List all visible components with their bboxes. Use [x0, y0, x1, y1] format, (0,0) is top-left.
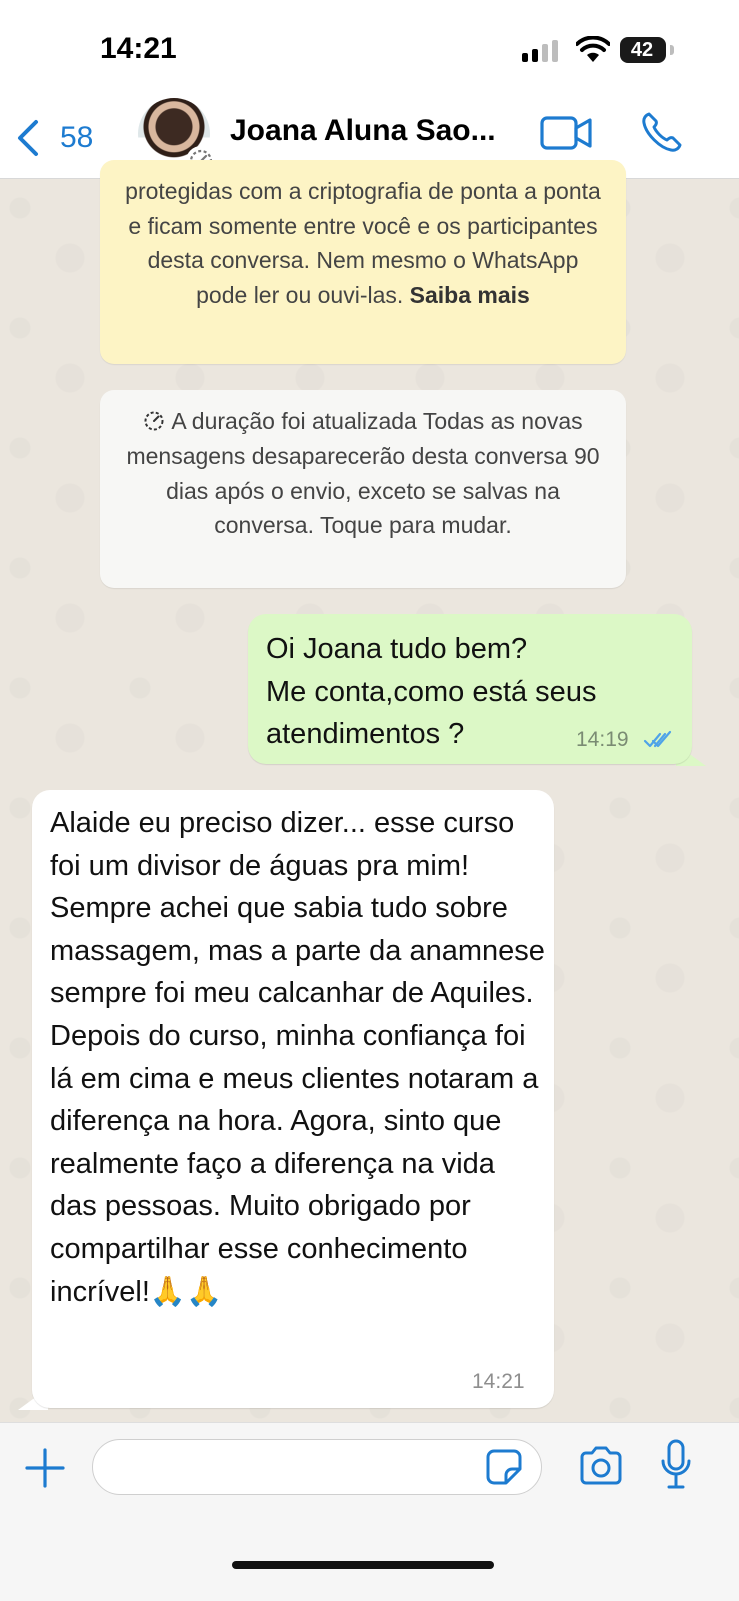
outgoing-message[interactable]: Oi Joana tudo bem? Me conta,como está se…: [248, 614, 692, 764]
disappearing-messages-notice[interactable]: A duração foi atualizada Todas as novas …: [100, 390, 626, 588]
composer-bar: [0, 1422, 739, 1601]
encryption-notice[interactable]: protegidas com a criptografia de ponta a…: [100, 160, 626, 364]
sticker-icon[interactable]: [486, 1449, 522, 1485]
incoming-message[interactable]: Alaide eu preciso dizer... esse curso fo…: [32, 790, 554, 1408]
message-time: 14:21: [472, 1370, 525, 1393]
home-indicator: [232, 1561, 494, 1569]
status-bar: 14:21 42: [0, 0, 739, 100]
unread-count: 58: [60, 121, 94, 154]
camera-icon[interactable]: [578, 1445, 624, 1487]
message-input[interactable]: [92, 1439, 542, 1495]
plus-icon[interactable]: [24, 1447, 66, 1489]
video-call-icon[interactable]: [540, 114, 594, 152]
timer-icon: [144, 411, 164, 431]
battery-icon: 42: [620, 37, 666, 63]
disappearing-notice-text: A duração foi atualizada Todas as novas …: [126, 408, 600, 539]
battery-level: 42: [630, 39, 654, 61]
message-text: Alaide eu preciso dizer... esse curso fo…: [50, 807, 545, 1308]
read-receipt-icon: [643, 730, 672, 748]
cellular-signal-icon: [522, 40, 562, 62]
message-time: 14:19: [576, 728, 629, 751]
encryption-notice-text: protegidas com a criptografia de ponta a…: [125, 178, 601, 308]
battery-cap: [670, 45, 674, 55]
back-button[interactable]: 58: [14, 110, 114, 166]
contact-name[interactable]: Joana Aluna Sao...: [230, 114, 530, 148]
learn-more-link[interactable]: Saiba mais: [410, 282, 530, 308]
wifi-icon: [576, 36, 610, 62]
phone-call-icon[interactable]: [640, 110, 684, 154]
chevron-left-icon: [18, 120, 38, 156]
status-time: 14:21: [100, 32, 177, 65]
microphone-icon[interactable]: [660, 1439, 692, 1491]
